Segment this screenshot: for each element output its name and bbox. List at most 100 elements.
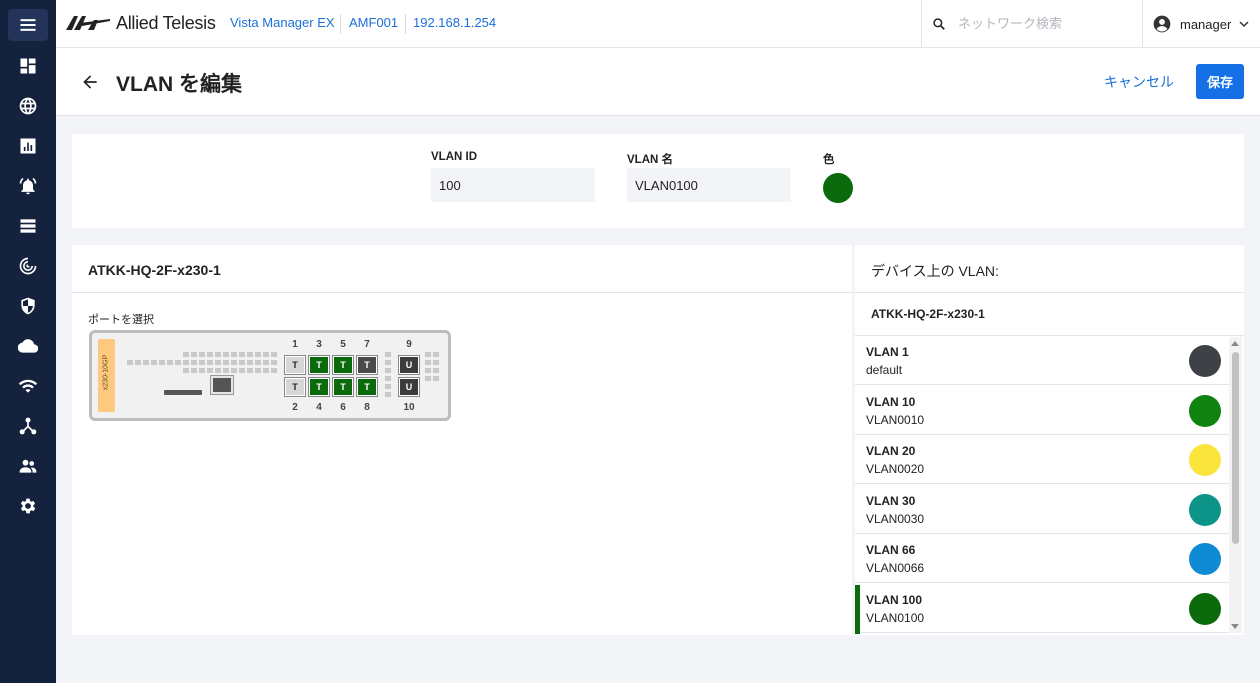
- vlan-name-input[interactable]: [627, 168, 791, 202]
- vlan-item-name: VLAN 1: [866, 345, 909, 359]
- status-led: [385, 368, 391, 373]
- status-led: [199, 360, 205, 365]
- status-led: [239, 352, 245, 357]
- vlan-id-input[interactable]: [431, 168, 595, 202]
- search-box: [921, 0, 1143, 47]
- vlan-item-name: VLAN 66: [866, 543, 916, 557]
- switch-port[interactable]: U: [398, 355, 420, 375]
- switch-port[interactable]: T: [308, 377, 330, 397]
- page-title: VLAN を編集: [116, 73, 242, 96]
- status-led: [425, 376, 431, 381]
- vlan-color-swatch: [1189, 345, 1221, 377]
- chart-icon[interactable]: [8, 130, 48, 162]
- status-led: [207, 368, 213, 373]
- list-icon[interactable]: [8, 210, 48, 242]
- vlan-list-item[interactable]: VLAN 1 default: [855, 337, 1229, 385]
- dashboard-icon[interactable]: [8, 50, 48, 82]
- status-led: [385, 360, 391, 365]
- vlan-color-swatch: [1189, 543, 1221, 575]
- radar-icon[interactable]: [8, 250, 48, 282]
- user-name: manager: [1180, 16, 1232, 32]
- status-led: [207, 352, 213, 357]
- breadcrumb-app[interactable]: Vista Manager EX: [230, 15, 335, 30]
- users-icon[interactable]: [8, 450, 48, 482]
- brand-logo[interactable]: Allied Telesis: [64, 10, 216, 36]
- vlan-list-item[interactable]: VLAN 10 VLAN0010: [855, 387, 1229, 435]
- breadcrumb-ip[interactable]: 192.168.1.254: [413, 15, 496, 30]
- breadcrumb-amf[interactable]: AMF001: [349, 15, 398, 30]
- save-button[interactable]: 保存: [1196, 64, 1244, 99]
- menu-icon[interactable]: [8, 9, 48, 41]
- switch-port[interactable]: T: [284, 355, 306, 375]
- switch-port[interactable]: T: [356, 377, 378, 397]
- breadcrumb-divider: [405, 14, 406, 34]
- status-led: [263, 352, 269, 357]
- status-led: [433, 368, 439, 373]
- port-number: 6: [340, 402, 346, 413]
- port-number: 3: [316, 339, 322, 350]
- gear-icon[interactable]: [8, 490, 48, 522]
- alarm-icon[interactable]: [8, 170, 48, 202]
- wifi-icon[interactable]: [8, 370, 48, 402]
- topology-icon[interactable]: [8, 410, 48, 442]
- switch-port[interactable]: T: [332, 377, 354, 397]
- vlan-item-description: VLAN0030: [866, 511, 925, 526]
- vlan-item-name: VLAN 10: [866, 394, 916, 409]
- switch-port[interactable]: U: [398, 377, 420, 397]
- user-menu[interactable]: manager: [1152, 12, 1249, 36]
- vlan-item-description: VLAN0066: [866, 561, 925, 575]
- divider: [72, 292, 852, 293]
- vlan-color-swatch: [1189, 493, 1221, 526]
- port-number: 7: [364, 339, 370, 350]
- status-led: [199, 368, 205, 373]
- status-led: [183, 368, 189, 373]
- port-number: 10: [403, 402, 415, 413]
- vlan-item-description: VLAN0100: [866, 610, 925, 625]
- status-led: [425, 360, 431, 365]
- vlan-item-name: VLAN 20: [866, 444, 916, 458]
- brand-name: Allied Telesis: [116, 12, 216, 33]
- status-led: [263, 360, 269, 365]
- status-led: [271, 352, 277, 357]
- status-led: [223, 368, 229, 373]
- back-arrow-icon[interactable]: [80, 72, 100, 92]
- status-led: [159, 360, 165, 365]
- status-led: [385, 376, 391, 381]
- cloud-icon[interactable]: [8, 330, 48, 362]
- search-input[interactable]: [958, 16, 1128, 31]
- status-led: [151, 360, 157, 365]
- port-number: 9: [406, 339, 412, 350]
- port-number: 8: [364, 402, 370, 413]
- vlan-list-item[interactable]: VLAN 100 VLAN0100: [855, 584, 1229, 634]
- vlan-form: VLAN ID VLAN 名 色: [72, 134, 1244, 228]
- scroll-thumb[interactable]: [1232, 352, 1239, 544]
- status-led: [135, 360, 141, 365]
- scrollbar[interactable]: [1229, 337, 1242, 633]
- vlan-list-item[interactable]: VLAN 66 VLAN0066: [855, 535, 1229, 583]
- switch-port[interactable]: T: [332, 355, 354, 375]
- color-picker[interactable]: [823, 173, 853, 203]
- sidebar: [0, 0, 56, 683]
- vlan-item-name: VLAN 100: [866, 592, 923, 607]
- switch-port[interactable]: T: [284, 377, 306, 397]
- switch-faceplate: x230-10GP 1 T 3 T 5 T 7 T 9 U 2 T 4 T 6 T 8 T 10 U: [89, 330, 451, 421]
- vlan-color-swatch: [1189, 592, 1221, 625]
- vlan-list-item[interactable]: VLAN 30 VLAN0030: [855, 486, 1229, 534]
- scroll-up-arrow[interactable]: [1231, 341, 1239, 346]
- status-led: [215, 352, 221, 357]
- color-label: 色: [823, 154, 835, 166]
- divider: [855, 292, 1244, 293]
- vlan-item-description: VLAN0010: [866, 412, 925, 427]
- status-led: [433, 376, 439, 381]
- scroll-down-arrow[interactable]: [1231, 624, 1239, 629]
- globe-icon[interactable]: [8, 90, 48, 122]
- shield-icon[interactable]: [8, 290, 48, 322]
- cancel-button[interactable]: キャンセル: [1104, 72, 1174, 92]
- port-number: 2: [292, 402, 298, 413]
- switch-port[interactable]: T: [356, 355, 378, 375]
- top-bar: Allied Telesis Vista Manager EX AMF001 1…: [56, 0, 1260, 48]
- vlan-list-item[interactable]: VLAN 20 VLAN0020: [855, 436, 1229, 484]
- switch-port[interactable]: T: [308, 355, 330, 375]
- status-led: [247, 368, 253, 373]
- status-led: [183, 352, 189, 357]
